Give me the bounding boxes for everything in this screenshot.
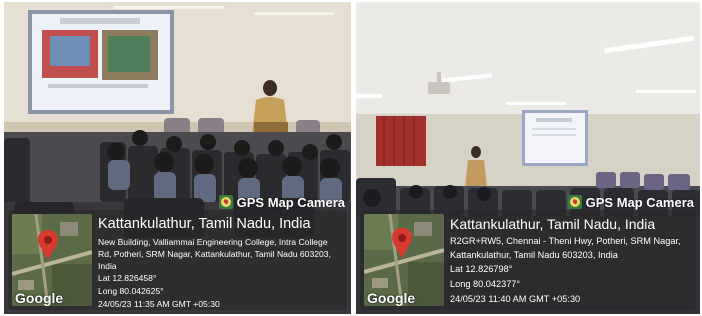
location-address: R2GR+RW5, Chennai - Theni Hwy, Potheri, … (450, 236, 681, 260)
google-watermark: Google (367, 290, 416, 306)
location-info: Kattankulathur, Tamil Nadu, India New Bu… (98, 215, 343, 311)
location-info: Kattankulathur, Tamil Nadu, India R2GR+R… (450, 215, 692, 307)
map-thumbnail: Google (364, 214, 444, 306)
timestamp-text: 24/05/23 11:40 AM GMT +05:30 (450, 294, 581, 304)
location-address: New Building, Valliammai Engineering Col… (98, 237, 331, 271)
map-thumbnail: Google (12, 214, 92, 306)
gps-map-camera-logo-icon (567, 195, 582, 209)
projection-screen-right (522, 110, 588, 166)
gps-app-label: GPS Map Camera (585, 194, 694, 210)
location-title: Kattankulathur, Tamil Nadu, India (98, 216, 311, 232)
geotag-overlay: Google Kattankulathur, Tamil Nadu, India… (8, 210, 347, 310)
longitude-text: Long 80.042625° (98, 286, 164, 296)
gps-app-label: GPS Map Camera (236, 194, 345, 210)
timestamp-text: 24/05/23 11:35 AM GMT +05:30 (98, 299, 220, 309)
classroom-photo-left: GPS Map Camera Google Kattankulathur, Ta… (4, 2, 351, 314)
latitude-text: Lat 12.826458° (98, 273, 157, 283)
classroom-photo-right: GPS Map Camera Google Kattankulathur, Ta… (356, 2, 700, 314)
gps-app-badge: GPS Map Camera (567, 194, 694, 210)
projection-screen-left (28, 10, 174, 114)
latitude-text: Lat 12.826798° (450, 264, 513, 274)
location-title: Kattankulathur, Tamil Nadu, India (450, 216, 656, 232)
gps-map-camera-logo-icon (218, 195, 233, 209)
google-watermark: Google (15, 290, 64, 306)
gps-app-badge: GPS Map Camera (218, 194, 345, 210)
longitude-text: Long 80.042377° (450, 279, 521, 289)
geotag-overlay: Google Kattankulathur, Tamil Nadu, India… (360, 210, 696, 310)
